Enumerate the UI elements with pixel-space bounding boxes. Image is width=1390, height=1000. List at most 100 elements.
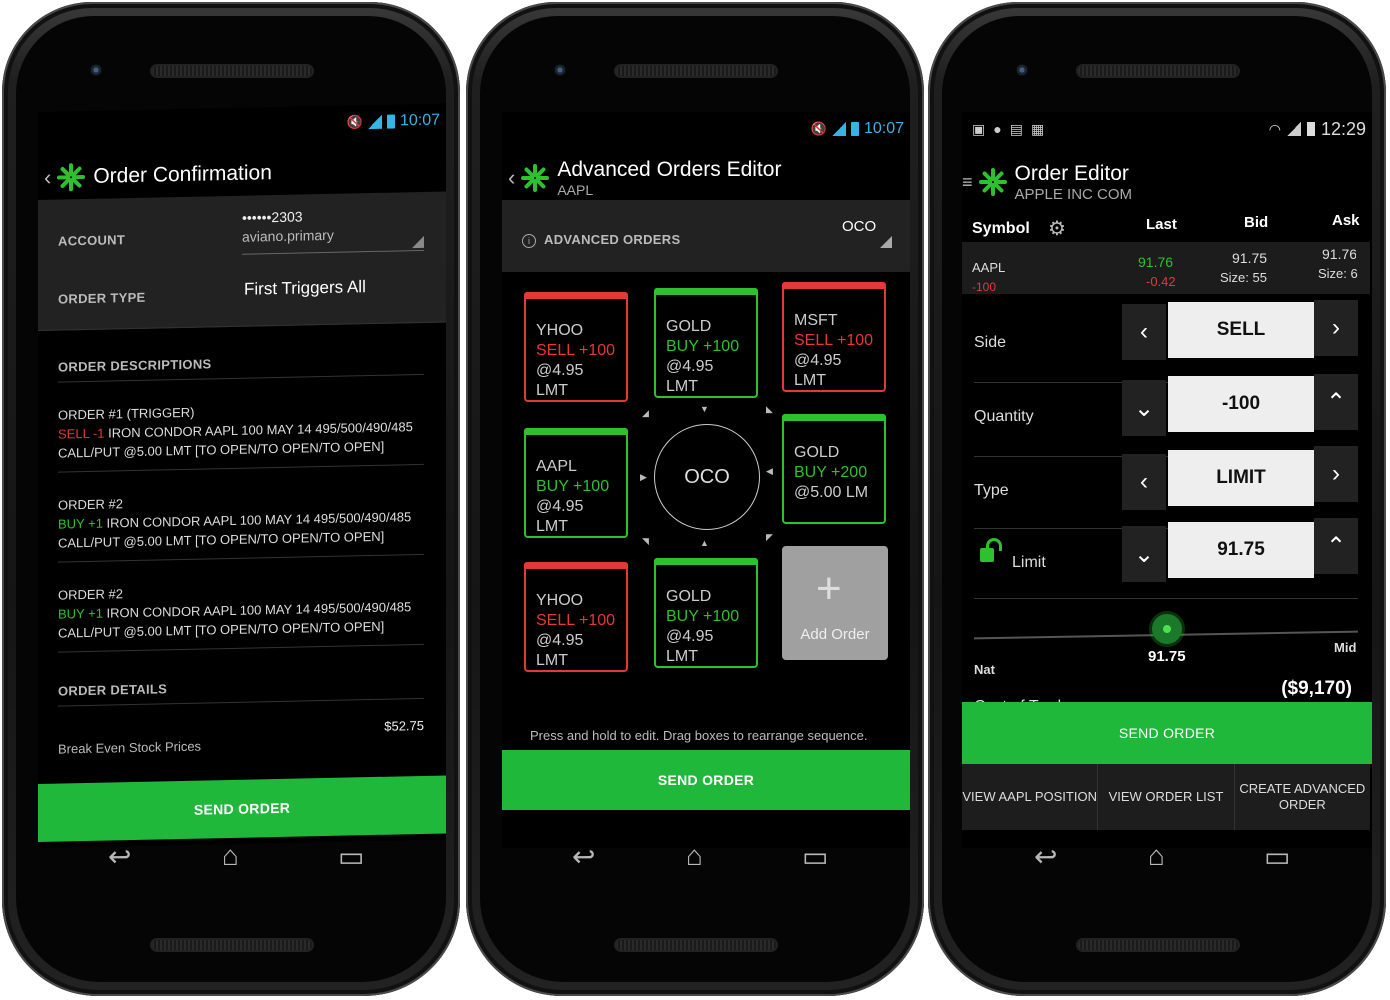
advanced-orders-bar: i ADVANCED ORDERS OCO <box>502 200 910 272</box>
create-advanced-order-button[interactable]: CREATE ADVANCED ORDER <box>1235 764 1370 830</box>
type-next-button[interactable]: › <box>1314 446 1358 502</box>
battery-icon <box>850 122 859 136</box>
slider-value: 91.75 <box>1148 648 1186 665</box>
card-symbol: GOLD <box>666 318 712 335</box>
advanced-orders-label: ADVANCED ORDERS <box>544 232 681 247</box>
account-panel: ACCOUNT ••••••2303 aviano.primary ORDER … <box>38 191 446 331</box>
card-action: SELL +100 <box>536 342 616 359</box>
back-icon[interactable]: ↩ <box>1034 840 1057 873</box>
card-action: SELL +100 <box>794 332 874 349</box>
back-icon[interactable]: ↩ <box>108 840 131 873</box>
card-price: @4.95 LMT <box>536 362 584 399</box>
quote-qty: -100 <box>972 280 997 294</box>
quote-bid-size: Size: 55 <box>1220 270 1267 285</box>
earpiece-speaker <box>152 66 312 76</box>
info-icon: i <box>522 234 536 248</box>
divider <box>58 463 424 473</box>
card-price: @4.95 LMT <box>536 498 584 535</box>
mute-icon: 🔇 <box>810 121 827 136</box>
arrow-left-icon: ▶ <box>640 472 647 482</box>
app-notification-icon: ▣ <box>972 120 986 137</box>
clipboard-icon: ▦ <box>1030 120 1045 137</box>
quote-ask-size: Size: 6 <box>1318 266 1358 281</box>
card-action: BUY +100 <box>536 478 610 495</box>
system-nav-bar: ↩ ⌂ ▭ <box>964 832 1372 888</box>
account-select[interactable]: ••••••2303 aviano.primary <box>242 205 424 255</box>
arrow-diag-icon: ◢ <box>642 408 649 418</box>
order-description-3: ORDER #2 BUY +1 IRON CONDOR AAPL 100 MAY… <box>58 578 428 643</box>
recents-icon[interactable]: ▭ <box>1264 840 1290 873</box>
type-label: Type <box>974 482 1009 499</box>
home-icon[interactable]: ⌂ <box>1148 840 1165 872</box>
recents-icon[interactable]: ▭ <box>802 840 828 873</box>
send-order-button[interactable]: SEND ORDER <box>962 702 1372 764</box>
side-label: Side <box>974 334 1007 351</box>
order-card[interactable]: AAPL BUY +100 @4.95 LMT <box>524 428 628 538</box>
recents-icon[interactable]: ▭ <box>338 840 364 873</box>
arrow-down-icon: ▲ <box>700 538 709 548</box>
oco-center-circle: OCO <box>654 424 760 530</box>
order-action: SELL -1 <box>58 425 105 442</box>
status-bar: ▣ ● ▤ ▦ ◠ 12:29 <box>972 118 1366 140</box>
send-order-button[interactable]: SEND ORDER <box>502 750 910 810</box>
side-next-button[interactable]: › <box>1314 300 1358 356</box>
home-icon[interactable]: ⌂ <box>222 840 239 872</box>
type-prev-button[interactable]: ‹ <box>1122 454 1166 510</box>
quote-last: 91.76 <box>1138 254 1174 270</box>
screen-order-confirmation: 🔇 10:07 ‹ Order Confirmation ACCOUNT •••… <box>38 103 446 849</box>
side-value: SELL <box>1168 302 1314 358</box>
arrow-right-icon: ◀ <box>766 466 773 476</box>
oco-center-label: OCO <box>684 465 730 488</box>
order-card[interactable]: GOLD BUY +200 @5.00 LM <box>782 414 886 524</box>
menu-icon[interactable]: ≡ <box>962 172 973 193</box>
order-card[interactable]: YHOO SELL +100 @4.95 LMT <box>524 562 628 672</box>
card-price: @4.95 LMT <box>666 358 714 395</box>
app-logo-icon <box>55 161 87 194</box>
card-price: @4.95 LMT <box>536 632 584 669</box>
order-card[interactable]: YHOO SELL +100 @4.95 LMT <box>524 292 628 402</box>
card-symbol: AAPL <box>536 458 577 475</box>
card-symbol: YHOO <box>536 592 584 609</box>
quantity-down-button[interactable]: ⌄ <box>1122 380 1166 436</box>
limit-down-button[interactable]: ⌄ <box>1122 526 1166 582</box>
quote-change: -0.42 <box>1146 274 1176 289</box>
quote-row[interactable]: AAPL -100 91.76 -0.42 91.75 Size: 55 91.… <box>962 242 1370 294</box>
order-card[interactable]: MSFT SELL +100 @4.95 LMT <box>782 282 886 392</box>
unlock-shackle-icon <box>986 538 1002 551</box>
divider <box>58 697 424 707</box>
limit-label: Limit <box>1012 554 1046 571</box>
order-card[interactable]: GOLD BUY +100 @4.95 LMT <box>654 288 758 398</box>
arrow-up-icon: ▼ <box>700 404 709 414</box>
order-mode-select[interactable]: OCO <box>842 218 892 248</box>
order-action: BUY +1 <box>58 515 103 532</box>
order-details-label: ORDER DETAILS <box>58 681 168 699</box>
limit-up-button[interactable]: ⌃ <box>1314 518 1358 574</box>
back-chevron-icon[interactable]: ‹ <box>508 165 515 191</box>
add-order-button[interactable]: + Add Order <box>782 546 888 660</box>
bottom-speaker <box>152 940 312 950</box>
view-order-list-button[interactable]: VIEW ORDER LIST <box>1098 764 1235 830</box>
back-chevron-icon[interactable]: ‹ <box>44 165 51 191</box>
gear-icon[interactable]: ⚙ <box>1048 216 1066 241</box>
card-symbol: GOLD <box>666 588 712 605</box>
phone-order-confirmation: 🔇 10:07 ‹ Order Confirmation ACCOUNT •••… <box>2 2 460 996</box>
side-prev-button[interactable]: ‹ <box>1122 304 1166 360</box>
view-position-button[interactable]: VIEW AAPL POSITION <box>962 764 1099 830</box>
back-icon[interactable]: ↩ <box>572 840 595 873</box>
card-action: BUY +100 <box>666 338 740 355</box>
home-icon[interactable]: ⌂ <box>686 840 703 872</box>
divider <box>974 598 1358 599</box>
arrow-diag-icon: ◤ <box>766 532 773 542</box>
front-camera <box>1016 64 1028 76</box>
price-slider-thumb[interactable] <box>1152 614 1182 644</box>
image-icon: ▤ <box>1009 120 1023 137</box>
app-logo-icon <box>977 166 1009 198</box>
quote-header: Symbol ⚙ Last Bid Ask <box>962 208 1370 240</box>
order-card[interactable]: GOLD BUY +100 @4.95 LMT <box>654 558 758 668</box>
last-header: Last <box>1146 216 1177 233</box>
quantity-up-button[interactable]: ⌃ <box>1314 374 1358 430</box>
battery-icon <box>386 114 395 129</box>
break-even-label: Break Even Stock Prices <box>58 738 202 757</box>
card-symbol: YHOO <box>536 322 584 339</box>
order-description-2: ORDER #2 BUY +1 IRON CONDOR AAPL 100 MAY… <box>58 488 428 553</box>
